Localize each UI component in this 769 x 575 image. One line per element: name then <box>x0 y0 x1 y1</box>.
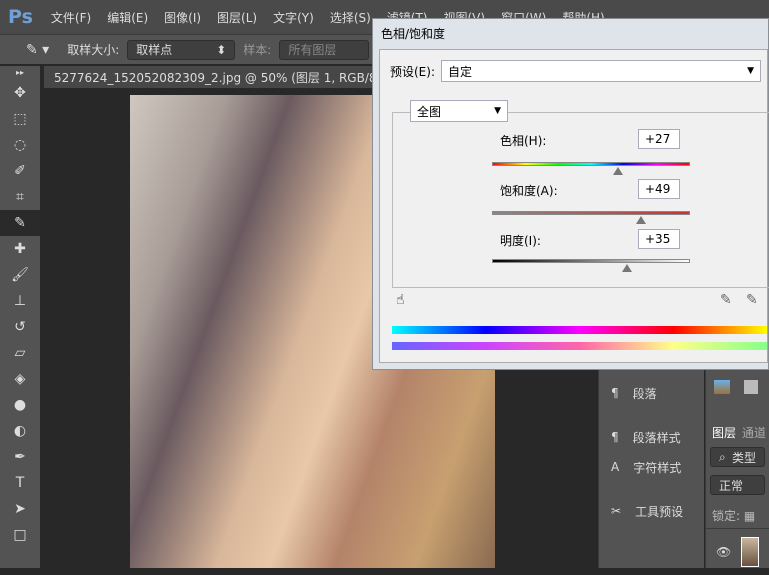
preset-label: 预设(E): <box>390 64 435 79</box>
tab-channels[interactable]: 通道 <box>742 424 766 441</box>
dropdown-arrow-icon: ▼ <box>494 106 501 116</box>
history-brush-icon[interactable]: ↺ <box>0 314 40 340</box>
hue-saturation-dialog: 色相/饱和度 预设(E): 自定 ▼ 全图 ▼ 色相(H): +27 饱和度(A):… <box>372 18 769 370</box>
lasso-tool-icon[interactable]: ◌ <box>0 132 40 158</box>
sample-size-select[interactable]: 取样点 ⬍ <box>127 39 236 60</box>
input-color-bar <box>392 326 767 334</box>
dodge-tool-icon[interactable]: ◐ <box>0 418 40 444</box>
path-select-icon[interactable]: ➤ <box>0 496 40 522</box>
layer-filter[interactable]: ⌕ 类型 <box>710 447 765 467</box>
brush-tool-icon[interactable]: 🖌 <box>0 262 40 288</box>
type-tool-icon[interactable]: T <box>0 470 40 496</box>
eyedropper-tool-icon[interactable]: ✎ <box>0 210 40 236</box>
sample-select[interactable]: 所有图层 <box>279 39 370 60</box>
eye-icon[interactable]: 👁 <box>716 545 731 559</box>
lock-label: 锁定: <box>712 509 741 523</box>
dialog-title: 色相/饱和度 <box>381 27 446 41</box>
updown-icon: ⬍ <box>216 42 227 57</box>
hue-label: 色相(H): <box>500 134 547 148</box>
dialog-body: 预设(E): 自定 ▼ 全图 ▼ 色相(H): +27 饱和度(A): +49 明度… <box>379 49 769 363</box>
panel-label: 字符样式 <box>633 460 682 475</box>
move-tool-icon[interactable]: ✥ <box>0 80 40 106</box>
bucket-tool-icon[interactable]: ◈ <box>0 366 40 392</box>
paragraph-panel: ¶ 段落 ¶ 段落样式 A 字符样式 ✂ 工具预设 <box>598 370 704 568</box>
stamp-tool-icon[interactable]: ⊥ <box>0 288 40 314</box>
paragraph-style-icon: ¶ <box>611 430 619 444</box>
hue-input[interactable]: +27 <box>638 129 680 149</box>
landscape-icon[interactable] <box>714 380 730 394</box>
blur-tool-icon[interactable]: ● <box>0 392 40 418</box>
panel-label: 段落样式 <box>632 430 681 445</box>
panel-label: 段落 <box>632 386 657 401</box>
saturation-input[interactable]: +49 <box>638 179 680 199</box>
panel-tool-presets[interactable]: ✂ 工具预设 <box>599 496 704 526</box>
ps-logo: Ps <box>8 6 33 28</box>
collapse-icon[interactable]: ▸▸ <box>0 66 40 80</box>
panel-paragraph[interactable]: ¶ 段落 <box>599 378 704 408</box>
lightness-label: 明度(I): <box>500 234 541 248</box>
marquee-tool-icon[interactable]: ⬚ <box>0 106 40 132</box>
lightness-input[interactable]: +35 <box>638 229 680 249</box>
panel-icons <box>706 370 769 404</box>
panel-character-styles[interactable]: A 字符样式 <box>599 452 704 482</box>
lightness-slider-thumb[interactable] <box>621 264 632 272</box>
target-adjust-hand-icon[interactable]: ☝ <box>396 292 405 308</box>
lock-transparent-icon[interactable]: ▦ <box>744 509 755 523</box>
eyedropper-icon[interactable]: ✎ <box>720 292 732 308</box>
channel-value: 全图 <box>417 104 442 119</box>
panel-label: 工具预设 <box>635 504 684 519</box>
character-style-icon: A <box>611 460 620 474</box>
document-tab[interactable]: 5277624_152052082309_2.jpg @ 50% (图层 1, … <box>44 66 401 88</box>
crop-tool-icon[interactable]: ⌗ <box>0 184 40 210</box>
hue-slider-thumb[interactable] <box>612 167 623 175</box>
menu-file[interactable]: 文件(F) <box>51 9 91 26</box>
menu-layer[interactable]: 图层(L) <box>217 9 257 26</box>
healing-tool-icon[interactable]: ✚ <box>0 236 40 262</box>
layers-panel: 图层 通道 ⌕ 类型 正常 锁定: ▦ 👁 <box>705 370 769 568</box>
blend-value: 正常 <box>719 478 744 493</box>
menu-type[interactable]: 文字(Y) <box>273 9 314 26</box>
menu-image[interactable]: 图像(I) <box>164 9 201 26</box>
filter-value: 类型 <box>731 450 756 465</box>
lightness-slider[interactable] <box>492 259 690 272</box>
lock-row: 锁定: ▦ <box>706 503 769 528</box>
preset-select[interactable]: 自定 ▼ <box>441 60 761 82</box>
layer-thumbnail <box>741 537 759 567</box>
toolbar: ▸▸ ✥ ⬚ ◌ ✐ ⌗ ✎ ✚ 🖌 ⊥ ↺ ▱ ◈ ● ◐ ✒ T ➤ □ <box>0 66 40 568</box>
saturation-label: 饱和度(A): <box>500 184 558 198</box>
menu-edit[interactable]: 编辑(E) <box>107 9 148 26</box>
eraser-tool-icon[interactable]: ▱ <box>0 340 40 366</box>
menu-select[interactable]: 选择(S) <box>330 9 371 26</box>
eyedropper-icon[interactable]: ✎ ▾ <box>26 42 49 58</box>
sample-size-label: 取样大小: <box>67 43 120 57</box>
pen-tool-icon[interactable]: ✒ <box>0 444 40 470</box>
dropdown-arrow-icon: ▼ <box>747 66 754 76</box>
preset-value: 自定 <box>448 64 473 79</box>
channel-select[interactable]: 全图 ▼ <box>410 100 508 122</box>
blend-mode-select[interactable]: 正常 <box>710 475 765 495</box>
saturation-slider[interactable] <box>492 211 690 224</box>
output-color-bar <box>392 342 767 350</box>
saturation-slider-thumb[interactable] <box>635 216 646 224</box>
eyedropper-plus-icon[interactable]: ✎ <box>746 292 758 308</box>
hue-slider[interactable] <box>492 162 690 175</box>
shape-tool-icon[interactable]: □ <box>0 522 40 548</box>
sample-value: 所有图层 <box>288 43 337 57</box>
sample-size-value: 取样点 <box>136 43 173 57</box>
pattern-icon[interactable] <box>744 380 758 394</box>
quick-select-icon[interactable]: ✐ <box>0 158 40 184</box>
tab-layers[interactable]: 图层 <box>712 424 736 441</box>
panel-paragraph-styles[interactable]: ¶ 段落样式 <box>599 422 704 452</box>
pilcrow-icon: ¶ <box>611 386 619 400</box>
sample-label: 样本: <box>243 43 272 57</box>
search-icon: ⌕ <box>719 449 726 464</box>
tools-icon: ✂ <box>611 504 622 518</box>
